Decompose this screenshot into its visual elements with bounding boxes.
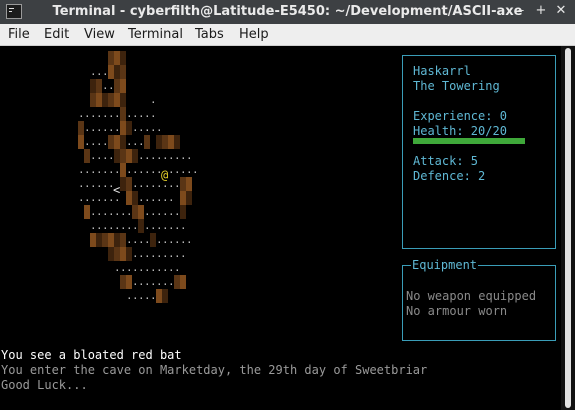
title-bar[interactable]: Terminal - cyberfilth@Latitude-E5450: ~/… [0,0,575,24]
map-wall-tile [120,51,126,65]
menu-edit[interactable]: Edit [44,27,69,42]
map-wall-tile [180,205,186,219]
window-title: Terminal - cyberfilth@Latitude-E5450: ~/… [52,4,523,19]
map-wall-tile [162,289,168,303]
map-floor-tile: . [186,233,193,246]
weapon-slot: No weapon equipped [406,289,537,303]
experience-label: Experience: 0 [413,109,507,123]
player-name: Haskarrl [413,64,471,78]
map-wall-tile [180,275,186,289]
player-epithet: The Towering [413,79,500,93]
map-floor-tile: . [186,149,193,162]
map-floor-tile: . [180,247,187,260]
map-floor-tile: . [174,261,181,274]
map-floor-tile: . [168,191,175,204]
minimize-button[interactable]: – [513,3,529,19]
map-wall-tile [120,93,126,107]
map-wall-tile [120,65,126,79]
menu-view[interactable]: View [84,27,115,42]
defence-label: Defence: 2 [413,169,486,183]
scrollbar[interactable] [561,46,575,410]
terminal-window: Terminal - cyberfilth@Latitude-E5450: ~/… [0,0,575,410]
attack-label: Attack: 5 [413,154,479,168]
message-current: You see a bloated red bat [1,348,182,362]
map-floor-tile: . [150,93,157,106]
map-wall-tile [144,135,150,149]
menu-tabs[interactable]: Tabs [195,27,224,42]
player-character: @ [161,168,169,182]
equipment-title: Equipment [411,258,479,272]
map-floor-tile: . [192,163,199,176]
health-label: Health: 20/20 [413,124,507,138]
dungeon-map: ........................................… [0,46,400,346]
map-wall-tile [186,177,192,191]
menu-help[interactable]: Help [239,27,269,42]
stats-panel: Haskarrl The Towering Experience: 0 Heal… [402,55,556,249]
terminal-area[interactable]: ........................................… [0,46,561,410]
close-button[interactable]: ✕ [553,3,569,19]
map-floor-tile: . [150,107,157,120]
message-log-2: Good Luck... [1,378,88,392]
menu-bar: File Edit View Terminal Tabs Help [0,24,575,46]
map-floor-tile: . [180,219,187,232]
map-floor-tile: . [156,121,163,134]
health-bar-fill [413,138,525,144]
scrollbar-thumb[interactable] [565,48,571,408]
map-wall-tile [186,191,192,205]
map-wall-tile [120,79,126,93]
menu-terminal[interactable]: Terminal [128,27,183,42]
menu-file[interactable]: File [8,27,30,42]
map-wall-tile [174,135,180,149]
stairs-up: < [113,183,121,197]
armour-slot: No armour worn [406,304,508,318]
maximize-button[interactable]: + [533,3,549,19]
equipment-panel: Equipment No weapon equipped No armour w… [402,258,556,341]
message-log-1: You enter the cave on Marketday, the 29t… [1,363,428,377]
health-bar [413,138,525,144]
